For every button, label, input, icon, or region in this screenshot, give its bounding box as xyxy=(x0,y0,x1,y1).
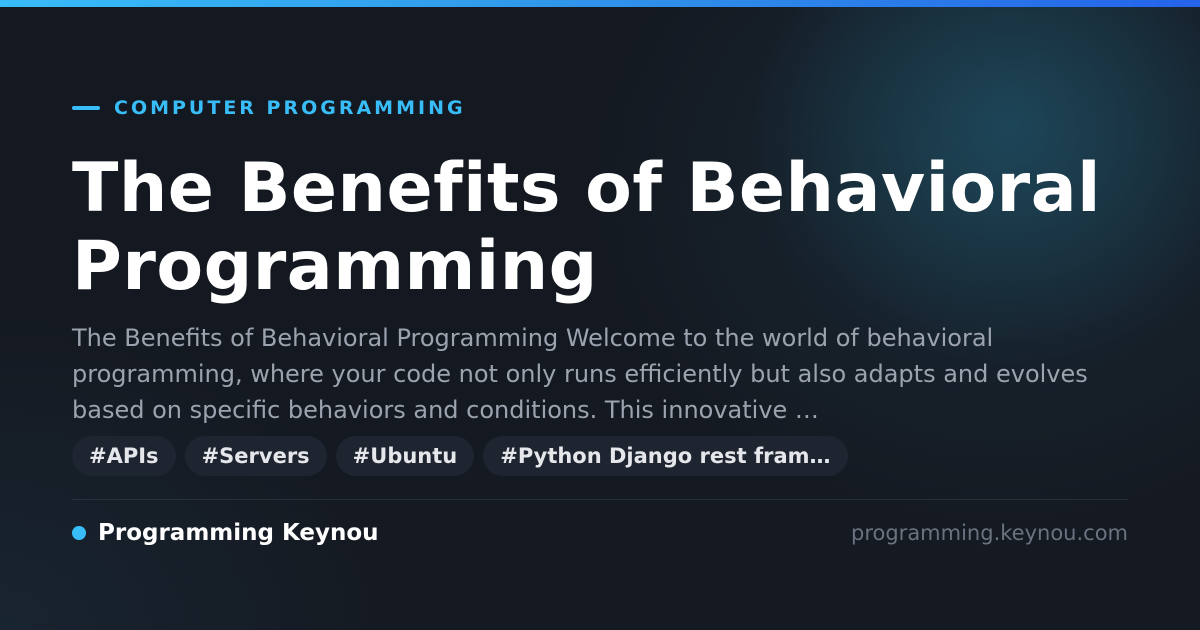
tag-servers[interactable]: #Servers xyxy=(184,436,327,476)
footer-divider xyxy=(72,499,1128,500)
tag-python-django[interactable]: #Python Django rest fram… xyxy=(483,436,848,476)
tag-list: #APIs #Servers #Ubuntu #Python Django re… xyxy=(72,436,848,476)
brand-dot-icon xyxy=(72,526,86,540)
category-row: COMPUTER PROGRAMMING xyxy=(72,96,466,120)
article-title: The Benefits of Behavioral Programming xyxy=(72,149,1101,306)
category-dash xyxy=(72,106,100,110)
social-card: COMPUTER PROGRAMMING The Benefits of Beh… xyxy=(0,0,1200,630)
tag-apis[interactable]: #APIs xyxy=(72,436,176,476)
category-label: COMPUTER PROGRAMMING xyxy=(114,97,466,119)
site-domain[interactable]: programming.keynou.com xyxy=(851,518,1128,548)
accent-bar xyxy=(0,0,1200,7)
brand-name: Programming Keynou xyxy=(98,520,379,546)
article-excerpt: The Benefits of Behavioral Programming W… xyxy=(72,324,1088,424)
tag-ubuntu[interactable]: #Ubuntu xyxy=(335,436,475,476)
brand: Programming Keynou xyxy=(72,518,379,548)
